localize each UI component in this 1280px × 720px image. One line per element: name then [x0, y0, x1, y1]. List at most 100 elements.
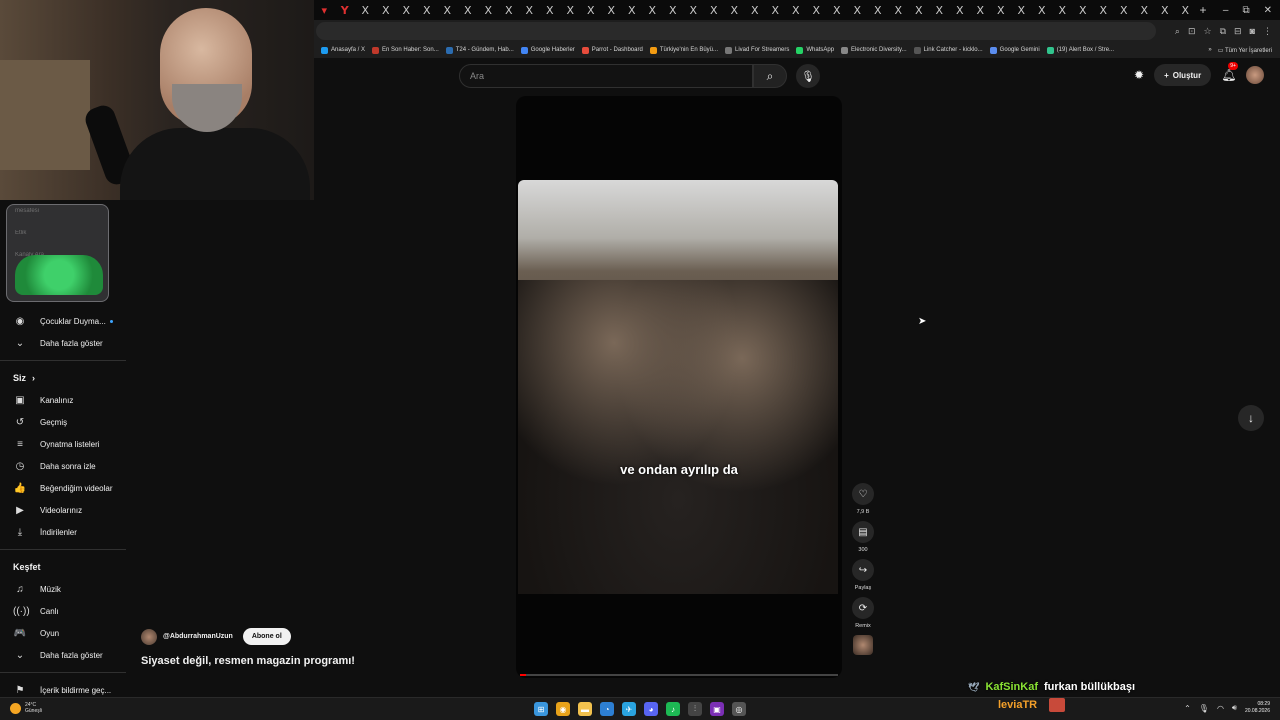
- chrome-app-icon[interactable]: ◉: [556, 702, 570, 716]
- bookmark-item[interactable]: Türkiye'nin En Büyü...: [649, 46, 718, 54]
- like-action[interactable]: ♡ 7,9 B: [852, 483, 874, 515]
- menu-kebab-icon[interactable]: ⋮: [1263, 26, 1272, 37]
- weather-widget[interactable]: 24°C Güneşli: [10, 702, 42, 714]
- gear-icon[interactable]: ✹: [1134, 68, 1144, 82]
- sidebar-item-you-4[interactable]: 👍 Beğendiğim videolar: [0, 477, 126, 499]
- browser-tab[interactable]: X: [540, 4, 561, 17]
- channel-name[interactable]: @AbdurrahmanUzun: [163, 633, 233, 640]
- browser-tab[interactable]: X: [355, 4, 376, 17]
- bookmark-item[interactable]: En Son Haber: Son...: [372, 46, 439, 54]
- browser-tab[interactable]: X: [806, 4, 827, 17]
- bookmark-item[interactable]: Parrot - Dashboard: [581, 46, 643, 54]
- browser-tab[interactable]: X: [642, 4, 663, 17]
- url-field[interactable]: [316, 22, 1156, 40]
- browser-tab[interactable]: X: [929, 4, 950, 17]
- search-input[interactable]: Ara: [459, 64, 753, 88]
- profile-icon[interactable]: ◙: [1250, 26, 1255, 37]
- share-action[interactable]: ↪ Paylaş: [852, 559, 874, 591]
- subscribe-button[interactable]: Abone ol: [242, 628, 291, 645]
- bookmark-item[interactable]: (19) Alert Box / Stre...: [1046, 46, 1114, 54]
- reading-list-icon[interactable]: ⊟: [1234, 26, 1242, 37]
- bookmark-item[interactable]: Google Gemini: [989, 46, 1040, 54]
- browser-tab[interactable]: X: [765, 4, 786, 17]
- sidebar-item-you-2[interactable]: ≡ Oynatma listeleri: [0, 433, 126, 455]
- sidebar-section-you[interactable]: Siz ›: [0, 367, 126, 389]
- browser-tab[interactable]: X: [1032, 4, 1053, 17]
- explorer-app-icon[interactable]: ▬: [578, 702, 592, 716]
- restore-icon[interactable]: ⧉: [1242, 5, 1249, 16]
- bookmark-item[interactable]: Link Catcher - kicklo...: [913, 46, 983, 54]
- browser-tab[interactable]: X: [417, 4, 438, 17]
- browser-tab[interactable]: X: [478, 4, 499, 17]
- browser-tab[interactable]: X: [560, 4, 581, 17]
- browser-tab[interactable]: X: [1134, 4, 1155, 17]
- browser-tab[interactable]: X: [991, 4, 1012, 17]
- volume-icon[interactable]: 🔊︎: [1232, 703, 1237, 713]
- browser-tab[interactable]: X: [581, 4, 602, 17]
- extensions-icon[interactable]: ⧉: [1220, 26, 1226, 37]
- search-button[interactable]: ⌕: [753, 64, 787, 88]
- bookmark-item[interactable]: WhatsApp: [796, 46, 834, 54]
- voice-search-button[interactable]: 🎙: [796, 64, 820, 88]
- bookmark-item[interactable]: T24 - Gündem, Hab...: [445, 46, 514, 54]
- spotify-app-icon[interactable]: ♪: [666, 702, 680, 716]
- discord-app-icon[interactable]: ◕: [644, 702, 658, 716]
- browser-tab[interactable]: X: [1114, 4, 1135, 17]
- bookmark-star-icon[interactable]: ☆: [1204, 26, 1212, 37]
- browser-tab[interactable]: X: [745, 4, 766, 17]
- share-icon[interactable]: ↪: [852, 559, 874, 581]
- short-video-player[interactable]: ve ondan ayrılıp da: [516, 96, 842, 678]
- chevron-up-icon[interactable]: ⌃: [1184, 704, 1191, 713]
- browser-tab[interactable]: X: [376, 4, 397, 17]
- browser-tab[interactable]: X: [519, 4, 540, 17]
- browser-tab[interactable]: X: [1093, 4, 1114, 17]
- browser-tab[interactable]: X: [827, 4, 848, 17]
- sidebar-item-you-0[interactable]: ▣ Kanalınız: [0, 389, 126, 411]
- sidebar-item-explore-2[interactable]: 🎮 Oyun: [0, 622, 126, 644]
- close-icon[interactable]: ✕: [1264, 5, 1272, 16]
- new-tab-button[interactable]: +: [1200, 3, 1207, 17]
- browser-tab[interactable]: X: [1011, 4, 1032, 17]
- remix-icon[interactable]: ⟳: [852, 597, 874, 619]
- sidebar-item-explore-0[interactable]: ♫ Müzik: [0, 578, 126, 600]
- sidebar-item-you-3[interactable]: ◷ Daha sonra izle: [0, 455, 126, 477]
- browser-tab[interactable]: X: [1073, 4, 1094, 17]
- next-short-button[interactable]: ↓: [1238, 405, 1264, 431]
- next-app-icon[interactable]: ▣: [710, 702, 724, 716]
- browser-tab[interactable]: X: [888, 4, 909, 17]
- browser-tab[interactable]: X: [909, 4, 930, 17]
- microphone-icon[interactable]: 🎙︎: [1199, 704, 1209, 713]
- browser-tab[interactable]: X: [396, 4, 417, 17]
- remix-action[interactable]: ⟳ Remix: [852, 597, 874, 629]
- browser-tab[interactable]: X: [970, 4, 991, 17]
- browser-tab[interactable]: X: [868, 4, 889, 17]
- bookmarks-overflow-icon[interactable]: »: [1208, 47, 1211, 53]
- browser-tab[interactable]: Y: [335, 4, 356, 17]
- browser-tab[interactable]: X: [437, 4, 458, 17]
- browser-tab[interactable]: X: [724, 4, 745, 17]
- browser-tab[interactable]: X: [663, 4, 684, 17]
- browser-tab[interactable]: X: [622, 4, 643, 17]
- browser-tab[interactable]: X: [847, 4, 868, 17]
- bookmark-item[interactable]: Anasayfa / X: [321, 46, 365, 54]
- sidebar-item-explore-1[interactable]: ((·)) Canlı: [0, 600, 126, 622]
- like-icon[interactable]: ♡: [852, 483, 874, 505]
- browser-tab[interactable]: X: [458, 4, 479, 17]
- install-icon[interactable]: ⊡: [1188, 26, 1196, 37]
- comments-action[interactable]: ▤ 300: [852, 521, 874, 553]
- sidebar-item-subscription-1[interactable]: ⌄ Daha fazla göster: [0, 332, 126, 354]
- telegram-app-icon[interactable]: ✈: [622, 702, 636, 716]
- obs-app-icon[interactable]: ◎: [732, 702, 746, 716]
- edge-app-icon[interactable]: ◔: [600, 702, 614, 716]
- browser-tab[interactable]: X: [786, 4, 807, 17]
- sidebar-item-subscription-0[interactable]: ◉ Çocuklar Duyma...: [0, 310, 126, 332]
- browser-tab[interactable]: X: [499, 4, 520, 17]
- browser-tab[interactable]: X: [683, 4, 704, 17]
- sound-thumbnail[interactable]: [853, 635, 873, 655]
- create-button[interactable]: + Oluştur: [1154, 64, 1212, 86]
- network-icon[interactable]: ◠: [1217, 704, 1224, 713]
- channel-avatar[interactable]: [141, 628, 157, 645]
- browser-tab[interactable]: X: [1052, 4, 1073, 17]
- minimize-icon[interactable]: –: [1223, 5, 1229, 16]
- browser-tab[interactable]: ▾: [314, 4, 335, 17]
